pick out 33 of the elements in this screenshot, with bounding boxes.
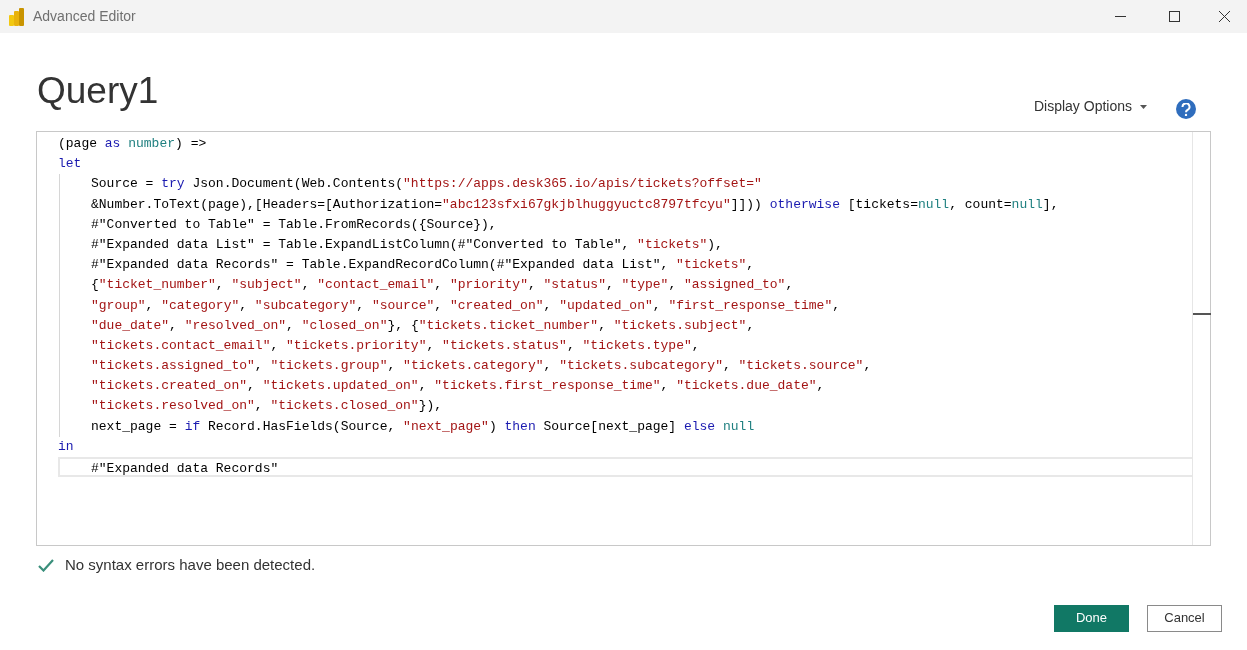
code-line: "due_date", "resolved_on", "closed_on"}, {"tickets.ticket_number", "tickets.subject", bbox=[91, 316, 756, 335]
code-line: next_page = if Record.HasFields(Source, "next_page") then Source[next_page] else null bbox=[91, 417, 756, 436]
cancel-button[interactable]: Cancel bbox=[1147, 604, 1222, 632]
code-line: "tickets.assigned_to", "tickets.group", "tickets.category", "tickets.subcategory", "tickets.source", bbox=[91, 357, 873, 376]
display-options-dropdown[interactable]: Display Options bbox=[1033, 96, 1147, 117]
scroll-position-marker bbox=[1193, 313, 1211, 315]
close-icon bbox=[1218, 11, 1230, 22]
code-line: in bbox=[58, 437, 75, 456]
help-button[interactable] bbox=[1176, 99, 1196, 119]
done-button[interactable]: Done bbox=[1054, 604, 1129, 632]
code-line: #"Converted to Table" = Table.FromRecords({Source}), bbox=[91, 215, 498, 234]
code-line: #"Expanded data List" = Table.ExpandListColumn(#"Converted to Table", "tickets"), bbox=[91, 235, 724, 254]
code-line: "tickets.resolved_on", "tickets.closed_on"}), bbox=[91, 397, 444, 416]
help-icon bbox=[1181, 102, 1191, 116]
code-line: #"Expanded data Records" = Table.ExpandRecordColumn(#"Expanded data List", "tickets", bbox=[91, 256, 756, 275]
code-line: {"ticket_number", "subject", "contact_email", "priority", "status", "type", "assigned_to", bbox=[91, 276, 795, 295]
bar-chart-logo-icon bbox=[9, 7, 25, 26]
caret-icon bbox=[1140, 104, 1147, 109]
code-line: (page as number) => bbox=[58, 135, 208, 153]
window-title: Advanced Editor bbox=[33, 7, 136, 26]
check-icon bbox=[38, 558, 54, 572]
code-line: &Number.ToText(page),[Headers=[Authorization="abc123sfxi67gkjblhuggyuctc8797tfcyu"]])) otherwise [tickets=null, count=null], bbox=[91, 195, 1060, 214]
code-line: let bbox=[58, 155, 83, 174]
code-line: #"Expanded data Records" bbox=[58, 457, 1192, 478]
query-title: Query1 bbox=[37, 71, 159, 111]
code-line: Source = try Json.Document(Web.Contents("https://apps.desk365.io/apis/tickets?offset=" bbox=[91, 175, 763, 194]
maximize-icon bbox=[1168, 11, 1180, 22]
code-line: "group", "category", "subcategory", "source", "created_on", "updated_on", "first_response_time", bbox=[91, 296, 841, 315]
code-line: "tickets.created_on", "tickets.updated_on", "tickets.first_response_time", "tickets.due_date", bbox=[91, 377, 826, 396]
syntax-status: No syntax errors have been detected. bbox=[65, 555, 316, 575]
code-line: "tickets.contact_email", "tickets.priority", "tickets.status", "tickets.type", bbox=[91, 336, 701, 355]
minimize-icon bbox=[1114, 16, 1126, 17]
code-editor[interactable] bbox=[36, 131, 1211, 546]
